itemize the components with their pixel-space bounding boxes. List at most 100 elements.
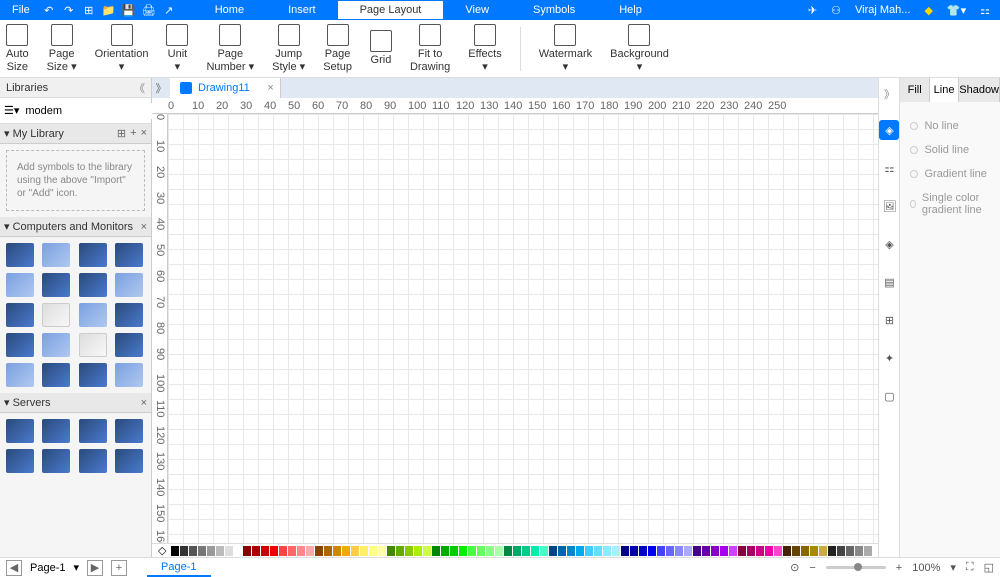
color-swatch[interactable] bbox=[666, 546, 674, 556]
tab-symbols[interactable]: Symbols bbox=[511, 1, 597, 19]
color-swatch[interactable] bbox=[513, 546, 521, 556]
redo-icon[interactable]: ↷ bbox=[60, 1, 78, 19]
doc-tab-expand-icon[interactable]: 》 bbox=[152, 80, 170, 96]
color-swatch[interactable] bbox=[702, 546, 710, 556]
color-swatch[interactable] bbox=[567, 546, 575, 556]
color-swatch[interactable] bbox=[819, 546, 827, 556]
symbol-server[interactable] bbox=[115, 449, 143, 473]
color-swatch[interactable] bbox=[648, 546, 656, 556]
color-swatch[interactable] bbox=[594, 546, 602, 556]
color-swatch[interactable] bbox=[333, 546, 341, 556]
page-tab[interactable]: Page-1 bbox=[147, 559, 210, 577]
symbol-server[interactable] bbox=[79, 419, 107, 443]
color-swatch[interactable] bbox=[243, 546, 251, 556]
panel-tab-line[interactable]: Line bbox=[930, 78, 959, 102]
color-swatch[interactable] bbox=[396, 546, 404, 556]
ribbon-unit[interactable]: Unit▾ bbox=[166, 24, 188, 72]
color-swatch[interactable] bbox=[378, 546, 386, 556]
ribbon-jump[interactable]: JumpStyle ▾ bbox=[272, 24, 305, 72]
line-option[interactable]: Solid line bbox=[910, 138, 990, 162]
color-swatch[interactable] bbox=[837, 546, 845, 556]
file-menu[interactable]: File bbox=[4, 4, 38, 16]
collapse-icon[interactable]: 《 bbox=[134, 80, 145, 96]
color-swatch[interactable] bbox=[756, 546, 764, 556]
section-computers[interactable]: ▾ Computers and Monitors × bbox=[0, 217, 151, 237]
symbol-computer[interactable] bbox=[6, 303, 34, 327]
color-swatch[interactable] bbox=[684, 546, 692, 556]
color-swatch[interactable] bbox=[450, 546, 458, 556]
color-swatch[interactable] bbox=[207, 546, 215, 556]
color-swatch[interactable] bbox=[828, 546, 836, 556]
symbol-computer[interactable] bbox=[115, 273, 143, 297]
color-swatch[interactable] bbox=[342, 546, 350, 556]
color-swatch[interactable] bbox=[729, 546, 737, 556]
open-icon[interactable]: 📁 bbox=[100, 1, 118, 19]
doc-tab[interactable]: Drawing11 × bbox=[170, 78, 281, 98]
color-swatch[interactable] bbox=[288, 546, 296, 556]
page-selector[interactable]: Page-1 bbox=[30, 562, 65, 574]
color-swatch[interactable] bbox=[252, 546, 260, 556]
color-swatch[interactable] bbox=[171, 546, 179, 556]
color-swatch[interactable] bbox=[180, 546, 188, 556]
color-swatch[interactable] bbox=[234, 546, 242, 556]
symbol-computer[interactable] bbox=[79, 273, 107, 297]
new-icon[interactable]: ⊞ bbox=[80, 1, 98, 19]
color-swatch[interactable] bbox=[225, 546, 233, 556]
zoom-out-icon[interactable]: − bbox=[809, 562, 815, 574]
color-swatch[interactable] bbox=[324, 546, 332, 556]
share-icon[interactable]: ⚇ bbox=[831, 4, 841, 17]
ribbon-page[interactable]: PageSize ▾ bbox=[47, 24, 77, 72]
undo-icon[interactable]: ↶ bbox=[40, 1, 58, 19]
color-swatch[interactable] bbox=[558, 546, 566, 556]
symbol-computer[interactable] bbox=[42, 333, 70, 357]
panel-tab-fill[interactable]: Fill bbox=[900, 78, 929, 102]
ribbon-fit-to[interactable]: Fit toDrawing bbox=[410, 24, 450, 72]
arrange-icon[interactable]: ✦ bbox=[879, 348, 899, 368]
color-swatch[interactable] bbox=[495, 546, 503, 556]
ribbon-background[interactable]: Background▾ bbox=[610, 24, 669, 72]
canvas[interactable] bbox=[168, 114, 878, 543]
symbol-computer[interactable] bbox=[6, 243, 34, 267]
color-swatch[interactable] bbox=[360, 546, 368, 556]
layers-icon[interactable]: ◈ bbox=[879, 234, 899, 254]
color-swatch[interactable] bbox=[693, 546, 701, 556]
symbol-computer[interactable] bbox=[79, 303, 107, 327]
color-swatch[interactable] bbox=[855, 546, 863, 556]
color-swatch[interactable] bbox=[801, 546, 809, 556]
color-swatch[interactable] bbox=[504, 546, 512, 556]
color-swatch[interactable] bbox=[540, 546, 548, 556]
color-swatch[interactable] bbox=[432, 546, 440, 556]
import-icon[interactable]: ⊞ bbox=[117, 127, 126, 140]
symbol-computer[interactable] bbox=[42, 273, 70, 297]
tab-help[interactable]: Help bbox=[597, 1, 664, 19]
line-option[interactable]: Single color gradient line bbox=[910, 186, 990, 222]
color-swatch[interactable] bbox=[783, 546, 791, 556]
grid-icon[interactable]: ⚏ bbox=[879, 158, 899, 178]
export-icon[interactable]: ↗ bbox=[160, 1, 178, 19]
tab-home[interactable]: Home bbox=[193, 1, 266, 19]
panel-tab-shadow[interactable]: Shadow bbox=[959, 78, 1000, 102]
color-swatch[interactable] bbox=[603, 546, 611, 556]
color-swatch[interactable] bbox=[468, 546, 476, 556]
color-swatch[interactable] bbox=[306, 546, 314, 556]
tab-view[interactable]: View bbox=[443, 1, 511, 19]
color-swatch[interactable] bbox=[639, 546, 647, 556]
symbol-computer[interactable] bbox=[79, 333, 107, 357]
color-swatch[interactable] bbox=[315, 546, 323, 556]
symbol-server[interactable] bbox=[115, 419, 143, 443]
present-icon[interactable]: ▢ bbox=[879, 386, 899, 406]
ribbon-grid[interactable]: Grid bbox=[370, 30, 392, 66]
symbol-computer[interactable] bbox=[42, 363, 70, 387]
add-icon[interactable]: + bbox=[130, 127, 136, 140]
zoom-in-icon[interactable]: + bbox=[896, 562, 902, 574]
align-icon[interactable]: ⊞ bbox=[879, 310, 899, 330]
image-icon[interactable]: 🖼 bbox=[879, 196, 899, 216]
ribbon-orientation[interactable]: Orientation▾ bbox=[95, 24, 149, 72]
eyedropper-icon[interactable]: ◇ bbox=[158, 544, 166, 557]
color-swatch[interactable] bbox=[387, 546, 395, 556]
symbol-computer[interactable] bbox=[6, 363, 34, 387]
color-swatch[interactable] bbox=[846, 546, 854, 556]
color-swatch[interactable] bbox=[423, 546, 431, 556]
color-swatch[interactable] bbox=[189, 546, 197, 556]
color-swatch[interactable] bbox=[585, 546, 593, 556]
